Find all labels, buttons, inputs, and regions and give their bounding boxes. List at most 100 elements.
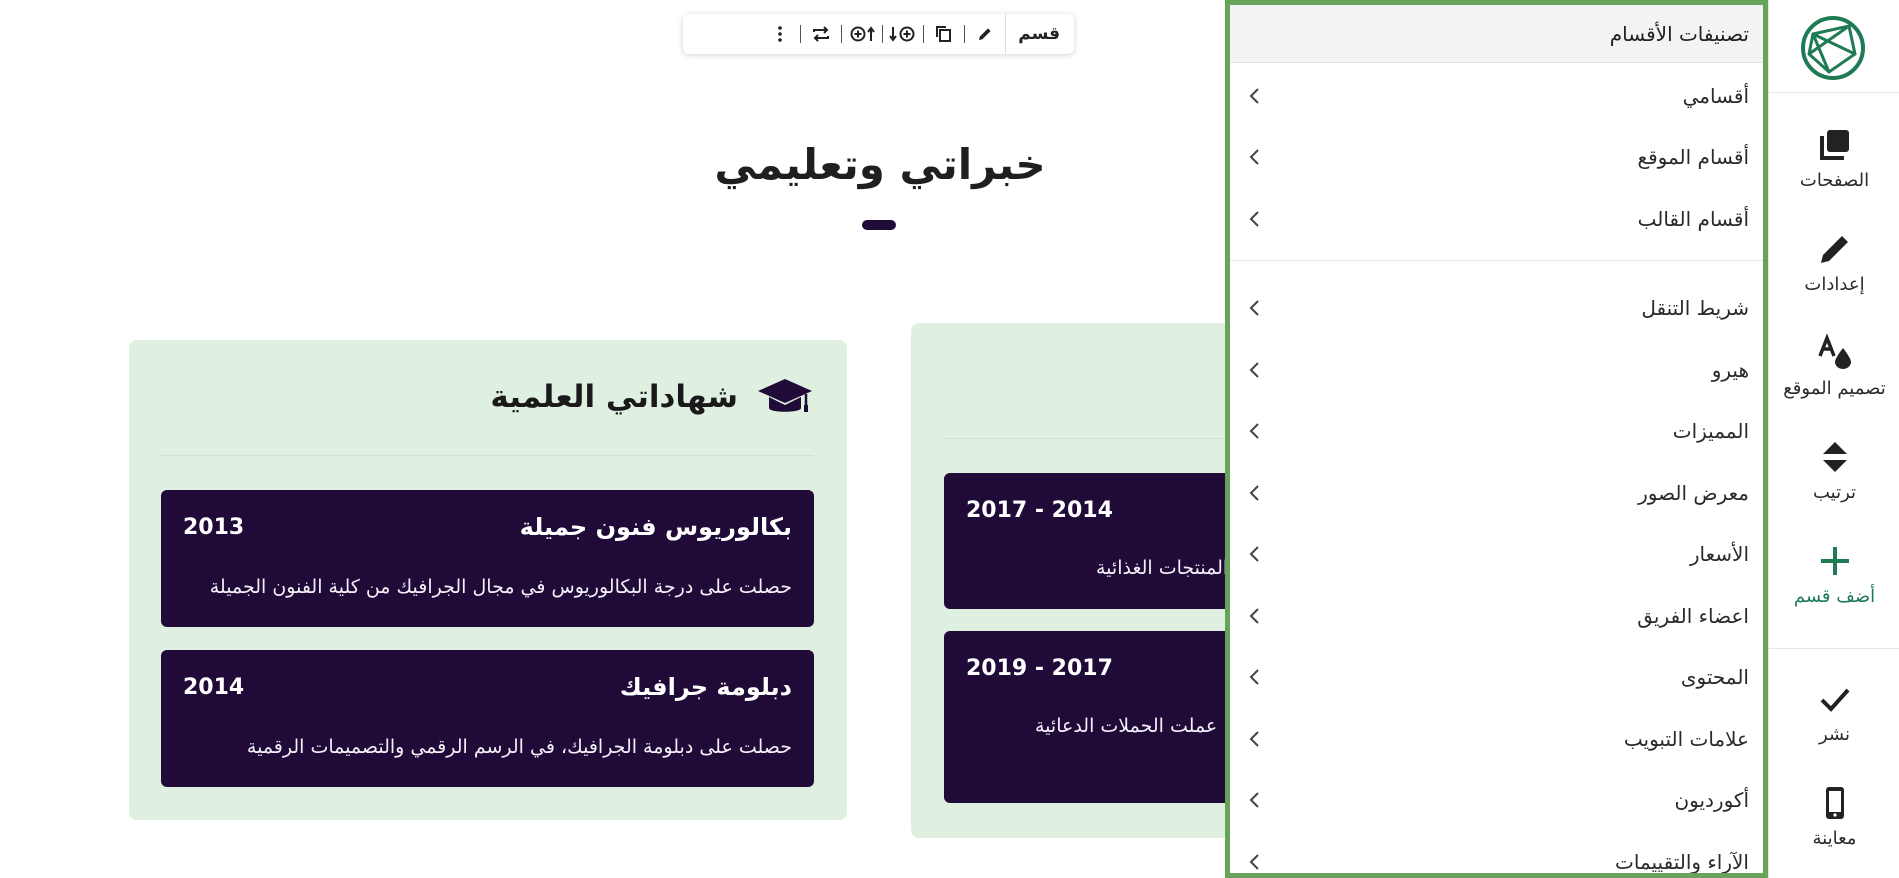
category-label: اعضاء الفريق bbox=[1637, 603, 1749, 628]
panel-header: تصنيفات الأقسام bbox=[1230, 5, 1763, 63]
section-toolbar: قسم bbox=[683, 14, 1074, 54]
category-label: المحتوى bbox=[1680, 665, 1749, 690]
mobile-icon bbox=[1825, 787, 1844, 819]
add-above-icon[interactable] bbox=[842, 14, 882, 54]
category-item[interactable]: المحتوى bbox=[1230, 647, 1763, 709]
card-title: دبلومة جرافيك bbox=[619, 673, 792, 701]
card-year: 2014 bbox=[183, 675, 245, 700]
card-desc: حصلت على دبلومة الجرافيك، في الرسم الرقم… bbox=[246, 736, 792, 758]
toolbar-separator bbox=[841, 25, 843, 43]
plus-icon bbox=[1820, 547, 1849, 575]
chevron-left-icon bbox=[1249, 485, 1259, 501]
certificate-card: بكالوريوس فنون جميلة 2013 حصلت على درجة … bbox=[161, 490, 814, 627]
category-item[interactable]: أقسام القالب bbox=[1230, 188, 1763, 250]
category-item[interactable]: هيرو bbox=[1230, 339, 1763, 401]
add-below-icon[interactable] bbox=[883, 14, 923, 54]
sidebar-divider bbox=[1769, 92, 1899, 93]
graduation-cap-icon bbox=[758, 379, 812, 412]
nav-add-label: أضف قسم bbox=[1793, 586, 1876, 607]
category-label: علامات التبويب bbox=[1623, 726, 1749, 751]
category-item[interactable]: علامات التبويب bbox=[1230, 708, 1763, 770]
category-label: شريط التنقل bbox=[1641, 296, 1749, 321]
nav-order[interactable]: ترتيب bbox=[1769, 422, 1899, 518]
duplicate-icon[interactable] bbox=[924, 14, 964, 54]
chevron-left-icon bbox=[1249, 211, 1259, 227]
panel-divider bbox=[1230, 259, 1763, 261]
edit-icon[interactable] bbox=[965, 14, 1005, 54]
pencil-icon bbox=[1820, 236, 1848, 263]
nav-design[interactable]: تصميم الموقع bbox=[1769, 318, 1899, 414]
category-label: المميزات bbox=[1672, 419, 1749, 444]
category-label: هيرو bbox=[1711, 357, 1749, 382]
pages-icon bbox=[1819, 130, 1849, 160]
category-label: معرض الصور bbox=[1638, 480, 1749, 505]
nav-publish[interactable]: نشر bbox=[1769, 664, 1899, 760]
category-label: أقسام الموقع bbox=[1637, 145, 1749, 170]
card-desc: حصلت على درجة البكالوريوس في مجال الجراف… bbox=[209, 576, 792, 598]
nav-pages[interactable]: الصفحات bbox=[1769, 110, 1899, 206]
column-header: شهاداتي العلمية bbox=[490, 375, 814, 419]
category-item[interactable]: الآراء والتقييمات bbox=[1230, 831, 1763, 874]
nav-settings[interactable]: إعدادات bbox=[1769, 214, 1899, 310]
chevron-left-icon bbox=[1249, 731, 1259, 747]
card-desc: المنتجات الغذائية bbox=[1096, 557, 1225, 579]
chevron-left-icon bbox=[1249, 423, 1259, 439]
chevron-left-icon bbox=[1249, 792, 1259, 808]
category-item[interactable]: الأسعار bbox=[1230, 524, 1763, 586]
card-year: 2013 bbox=[183, 515, 245, 540]
section-categories-panel: تصنيفات الأقسام أقسامي أقسام الموقع أقسا… bbox=[1225, 0, 1768, 878]
page-canvas: قسم خبراتي وتعليمي 2017 - 2014 المنتجات … bbox=[0, 0, 1225, 878]
category-label: أقسام القالب bbox=[1637, 206, 1749, 231]
chevron-left-icon bbox=[1249, 546, 1259, 562]
nav-publish-label: نشر bbox=[1819, 724, 1850, 745]
category-item[interactable]: اعضاء الفريق bbox=[1230, 585, 1763, 647]
card-title: بكالوريوس فنون جميلة bbox=[519, 513, 792, 541]
nav-add-section[interactable]: أضف قسم bbox=[1769, 526, 1899, 622]
nav-settings-label: إعدادات bbox=[1804, 274, 1865, 295]
logo-icon[interactable] bbox=[1799, 14, 1867, 82]
category-label: أقسامي bbox=[1682, 83, 1749, 108]
column-divider bbox=[942, 438, 1225, 439]
toolbar-separator bbox=[882, 25, 884, 43]
chevron-left-icon bbox=[1249, 88, 1259, 104]
nav-order-label: ترتيب bbox=[1812, 482, 1857, 503]
category-item[interactable]: أقسام الموقع bbox=[1230, 127, 1763, 189]
category-item[interactable]: أكورديون bbox=[1230, 770, 1763, 832]
card-year: 2017 - 2014 bbox=[966, 498, 1113, 523]
certificate-card: دبلومة جرافيك 2014 حصلت على دبلومة الجرا… bbox=[161, 650, 814, 787]
swap-icon[interactable] bbox=[801, 14, 841, 54]
category-item[interactable]: المميزات bbox=[1230, 401, 1763, 463]
chevron-left-icon bbox=[1249, 149, 1259, 165]
category-label: أكورديون bbox=[1674, 788, 1749, 813]
title-underline bbox=[862, 220, 896, 230]
nav-design-label: تصميم الموقع bbox=[1783, 378, 1886, 399]
chevron-left-icon bbox=[1249, 669, 1259, 685]
chevron-left-icon bbox=[1249, 854, 1259, 870]
sidebar-divider bbox=[1769, 648, 1899, 649]
nav-pages-label: الصفحات bbox=[1799, 170, 1870, 191]
card-year: 2019 - 2017 bbox=[966, 656, 1113, 681]
section-label: قسم bbox=[1005, 14, 1074, 54]
section-title: خبراتي وتعليمي bbox=[714, 140, 1046, 189]
nav-preview-label: معاينة bbox=[1812, 828, 1857, 849]
checkmark-icon bbox=[1820, 688, 1849, 712]
editor-sidebar: الصفحات إعدادات تصميم الموقع ترتيب أضف ق… bbox=[1768, 0, 1899, 878]
toolbar-separator bbox=[964, 25, 966, 43]
category-label: الآراء والتقييمات bbox=[1615, 849, 1749, 874]
toolbar-separator bbox=[800, 25, 802, 43]
certificates-column: شهاداتي العلمية بكالوريوس فنون جميلة 201… bbox=[129, 340, 847, 820]
sort-icon bbox=[1822, 442, 1847, 472]
column-divider bbox=[160, 455, 814, 456]
chevron-left-icon bbox=[1249, 300, 1259, 316]
design-icon bbox=[1817, 334, 1851, 369]
experience-card: 2019 - 2017 عملت الحملات الدعائية bbox=[944, 631, 1225, 803]
more-options-icon[interactable] bbox=[760, 14, 800, 54]
card-desc: عملت الحملات الدعائية bbox=[1035, 715, 1218, 737]
category-item[interactable]: شريط التنقل bbox=[1230, 278, 1763, 340]
experience-column: 2017 - 2014 المنتجات الغذائية 2019 - 201… bbox=[911, 323, 1225, 838]
category-item[interactable]: معرض الصور bbox=[1230, 462, 1763, 524]
column-title: شهاداتي العلمية bbox=[490, 379, 738, 415]
experience-card: 2017 - 2014 المنتجات الغذائية bbox=[944, 473, 1225, 609]
category-item[interactable]: أقسامي bbox=[1230, 65, 1763, 127]
nav-preview[interactable]: معاينة bbox=[1769, 768, 1899, 864]
